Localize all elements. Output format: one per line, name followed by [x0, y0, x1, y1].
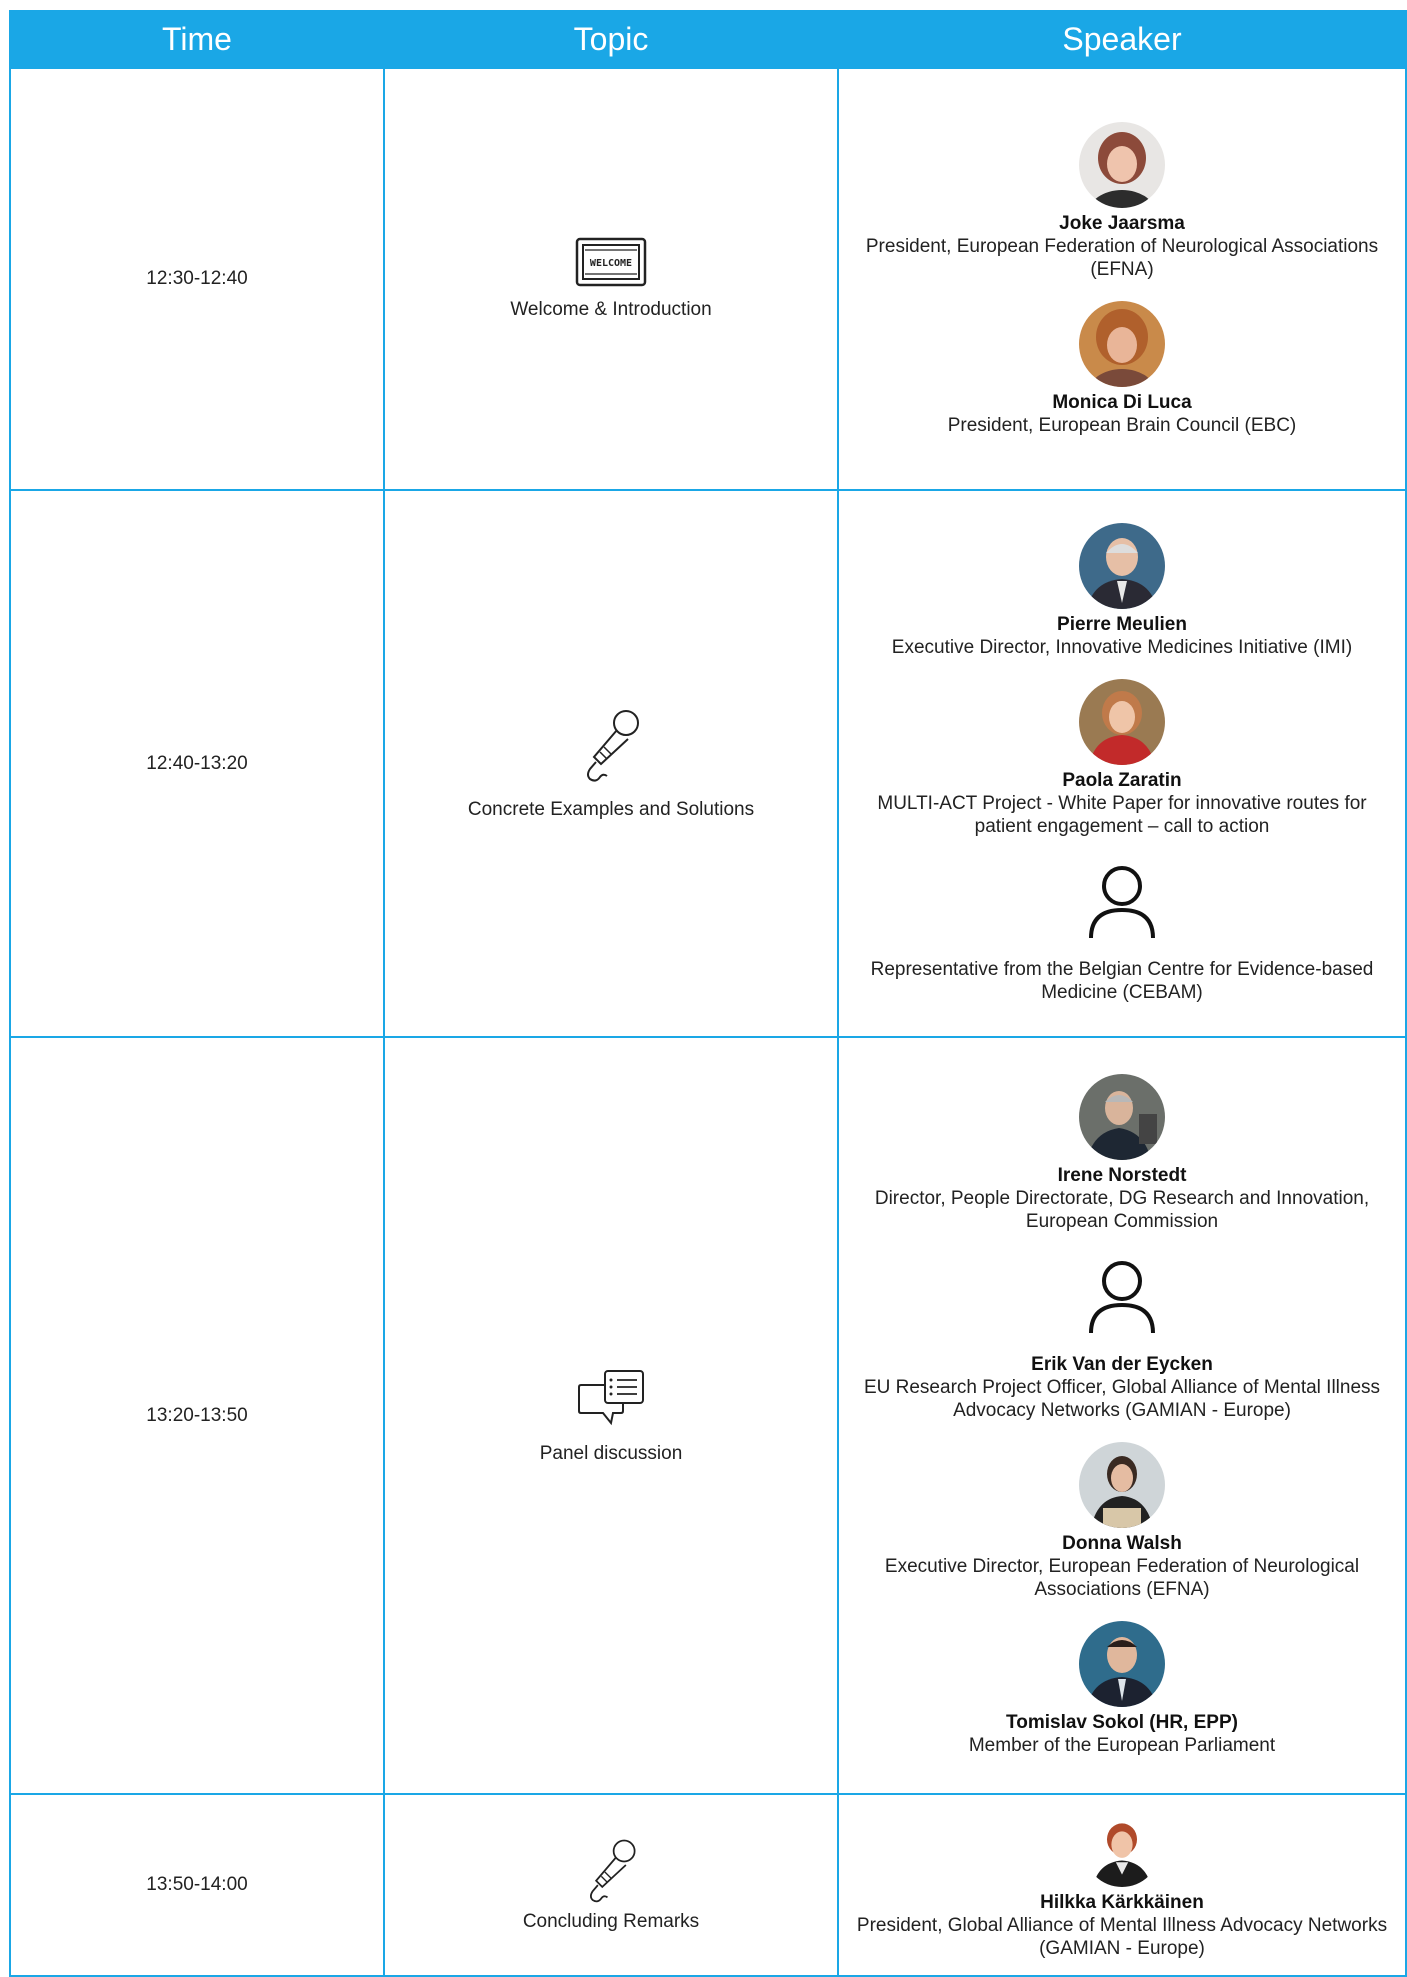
speaker-entry: Hilkka Kärkkäinen President, Global Alli… [847, 1810, 1397, 1960]
speaker-entry: Erik Van der Eycken EU Research Project … [847, 1253, 1397, 1422]
avatar [1079, 679, 1165, 765]
time-cell: 13:20-13:50 [9, 1036, 385, 1795]
speaker-entry: Paola Zaratin MULTI-ACT Project - White … [847, 679, 1397, 838]
speaker-entry: Representative from the Belgian Centre f… [847, 858, 1397, 1004]
speaker-name: Paola Zaratin [1062, 770, 1182, 791]
speaker-name: Monica Di Luca [1052, 391, 1192, 413]
speaker-cell: Hilkka Kärkkäinen President, Global Alli… [837, 1793, 1407, 1977]
time-cell: 12:40-13:20 [9, 489, 385, 1038]
speaker-role: President, Global Alliance of Mental Ill… [856, 1914, 1388, 1959]
avatar [1079, 121, 1165, 208]
microphone-icon [587, 709, 639, 782]
welcome-sign-icon: WELCOME [575, 237, 647, 287]
speaker-role: EU Research Project Officer, Global Alli… [863, 1377, 1381, 1421]
welcome-sign-text: WELCOME [590, 258, 632, 269]
speaker-name: Joke Jaarsma [1059, 212, 1185, 234]
agenda-table: Time Topic Speaker 12:30-12:40 WELCOME W… [9, 10, 1407, 1977]
speaker-name: Donna Walsh [1062, 1533, 1182, 1554]
topic-cell: Panel discussion [383, 1036, 839, 1795]
speaker-name: Tomislav Sokol (HR, EPP) [1006, 1712, 1238, 1733]
speaker-cell: Joke Jaarsma President, European Federat… [837, 67, 1407, 491]
speaker-role: President, European Federation of Neurol… [865, 235, 1379, 280]
chat-bubbles-icon [578, 1369, 644, 1425]
speaker-role: Director, People Directorate, DG Researc… [874, 1188, 1370, 1232]
speaker-entry: Pierre Meulien Executive Director, Innov… [892, 523, 1352, 659]
avatar [1079, 1442, 1165, 1528]
time-cell: 13:50-14:00 [9, 1793, 385, 1977]
header-speaker: Speaker [837, 10, 1407, 69]
speaker-role: MULTI-ACT Project - White Paper for inno… [877, 793, 1367, 837]
speaker-entry: Monica Di Luca President, European Brain… [947, 300, 1297, 437]
topic-label: Welcome & Introduction [510, 299, 712, 320]
speaker-cell: Irene Norstedt Director, People Director… [837, 1036, 1407, 1795]
avatar [1084, 1810, 1160, 1887]
speaker-name: Pierre Meulien [1057, 614, 1187, 635]
microphone-icon [590, 1839, 636, 1903]
speaker-name: Erik Van der Eycken [1031, 1354, 1213, 1375]
topic-label: Panel discussion [539, 1442, 683, 1464]
time-cell: 12:30-12:40 [9, 67, 385, 491]
speaker-entry: Joke Jaarsma President, European Federat… [847, 121, 1397, 281]
speaker-name: Irene Norstedt [1057, 1165, 1187, 1186]
speaker-cell: Pierre Meulien Executive Director, Innov… [837, 489, 1407, 1038]
header-time: Time [9, 10, 385, 69]
table-row: 13:50-14:00 Concluding Remarks Hilkka Kä… [9, 1793, 1407, 1977]
person-icon [1089, 1261, 1155, 1334]
table-row: 12:30-12:40 WELCOME Welcome & Introducti… [9, 67, 1407, 491]
speaker-entry: Donna Walsh Executive Director, European… [847, 1442, 1397, 1601]
avatar [1079, 1621, 1165, 1707]
header-row: Time Topic Speaker [9, 10, 1407, 69]
speaker-name: Hilkka Kärkkäinen [1040, 1891, 1204, 1913]
topic-label: Concrete Examples and Solutions [467, 798, 755, 820]
speaker-entry: Irene Norstedt Director, People Director… [847, 1074, 1397, 1233]
topic-cell: Concluding Remarks [383, 1793, 839, 1977]
topic-cell: WELCOME Welcome & Introduction [383, 67, 839, 491]
avatar [1079, 523, 1165, 609]
topic-cell: Concrete Examples and Solutions [383, 489, 839, 1038]
avatar [1078, 300, 1165, 387]
table-row: 13:20-13:50 Panel discussion Irene Norst… [9, 1036, 1407, 1795]
avatar [1079, 1074, 1165, 1160]
speaker-role: Member of the European Parliament [968, 1735, 1276, 1756]
speaker-entry: Tomislav Sokol (HR, EPP) Member of the E… [969, 1621, 1275, 1757]
person-icon [1089, 866, 1155, 939]
speaker-role: Representative from the Belgian Centre f… [870, 959, 1374, 1003]
table-row: 12:40-13:20 Concrete Examples and Soluti… [9, 489, 1407, 1038]
topic-label: Concluding Remarks [522, 1911, 700, 1932]
speaker-role: President, European Brain Council (EBC) [947, 414, 1297, 436]
header-topic: Topic [383, 10, 839, 69]
speaker-role: Executive Director, European Federation … [884, 1556, 1360, 1600]
speaker-role: Executive Director, Innovative Medicines… [891, 637, 1353, 658]
